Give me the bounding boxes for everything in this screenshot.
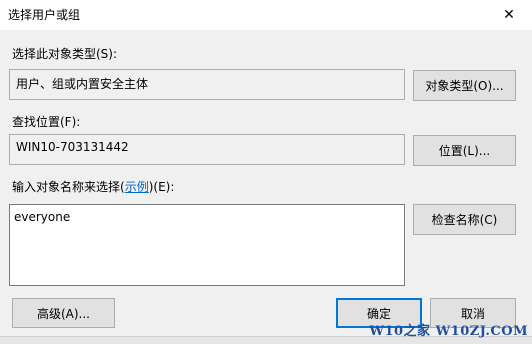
advanced-button[interactable]: 高级(A)...: [12, 298, 115, 328]
locations-button-label: 位置(L)...: [438, 144, 491, 158]
check-names-button-label: 检查名称(C): [431, 213, 498, 227]
advanced-button-label: 高级(A)...: [36, 306, 91, 321]
cancel-button-label: 取消: [460, 306, 485, 321]
location-field: WIN10-703131442: [9, 134, 405, 165]
window-title: 选择用户或组: [8, 8, 81, 22]
object-types-button-label: 对象类型(O)...: [425, 79, 504, 93]
examples-link[interactable]: 示例: [125, 180, 149, 194]
object-names-value: everyone: [14, 210, 71, 224]
watermark-logo: W10之家 W10ZJ.COM: [369, 324, 528, 339]
ok-button-label: 确定: [366, 306, 391, 321]
dialog-body: 选择此对象类型(S): 用户、组或内置安全主体 对象类型(O)... 查找位置(…: [0, 30, 532, 343]
object-type-field: 用户、组或内置安全主体: [9, 69, 405, 100]
title-bar: 选择用户或组 ✕: [0, 0, 532, 30]
location-value: WIN10-703131442: [16, 140, 129, 154]
object-names-input[interactable]: everyone: [9, 204, 405, 286]
names-label-prefix: 输入对象名称来选择(: [12, 180, 125, 194]
names-label: 输入对象名称来选择(示例)(E):: [12, 178, 174, 195]
names-label-suffix: )(E):: [148, 180, 175, 194]
object-type-value: 用户、组或内置安全主体: [16, 77, 149, 91]
close-icon: ✕: [503, 7, 515, 23]
object-types-button[interactable]: 对象类型(O)...: [413, 70, 516, 101]
locations-button[interactable]: 位置(L)...: [413, 135, 516, 166]
object-type-label: 选择此对象类型(S):: [12, 47, 118, 61]
close-button[interactable]: ✕: [486, 0, 532, 30]
check-names-button[interactable]: 检查名称(C): [413, 204, 516, 235]
location-label: 查找位置(F):: [12, 115, 81, 129]
